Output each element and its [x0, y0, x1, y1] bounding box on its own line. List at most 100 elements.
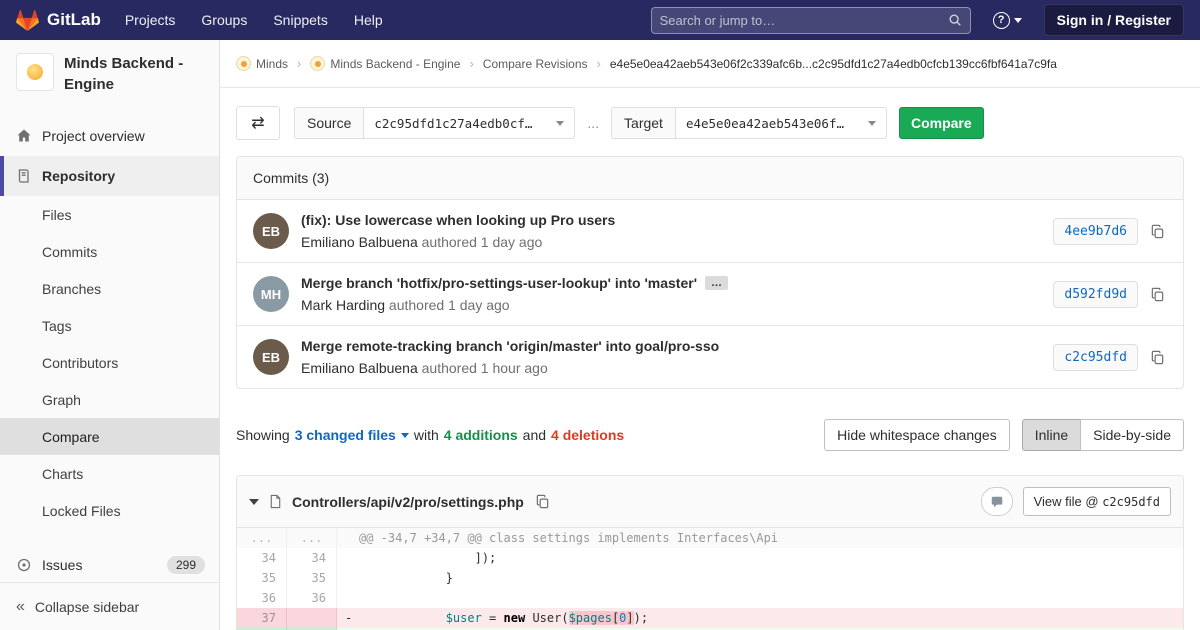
sidebar-item-issues[interactable]: Issues 299 [0, 545, 219, 585]
commit-sha[interactable]: c2c95dfd [1053, 343, 1138, 371]
commit-author-avatar[interactable]: EB [253, 213, 289, 249]
copy-sha-button[interactable] [1148, 348, 1167, 367]
sidebar-item-locked-files[interactable]: Locked Files [0, 492, 219, 529]
hide-whitespace-button[interactable]: Hide whitespace changes [824, 419, 1010, 451]
project-context-header[interactable]: Minds Backend - Engine [0, 40, 219, 108]
side-by-side-view-button[interactable]: Side-by-side [1080, 419, 1184, 451]
nav-projects[interactable]: Projects [125, 12, 176, 28]
diff-header-actions: View file @ c2c95dfd [980, 487, 1171, 516]
commit-meta: Mark Harding authored 1 day ago [301, 297, 1053, 313]
commits-panel-header: Commits (3) [237, 157, 1183, 200]
code-token: User [532, 611, 562, 625]
sidebar-item-files[interactable]: Files [0, 196, 219, 233]
source-ref-dropdown[interactable]: c2c95dfd1c27a4edb0cf… [363, 107, 576, 139]
commit-title[interactable]: (fix): Use lowercase when looking up Pro… [301, 212, 615, 228]
copy-sha-button[interactable] [1148, 222, 1167, 241]
commit-author-avatar[interactable]: MH [253, 276, 289, 312]
chevron-down-icon [556, 120, 565, 126]
nav-help[interactable]: Help [354, 12, 383, 28]
breadcrumb-link[interactable]: Compare Revisions [483, 57, 588, 71]
commit-author-link[interactable]: Mark Harding [301, 297, 385, 313]
diff-file-path[interactable]: Controllers/api/v2/pro/settings.php [292, 494, 524, 510]
old-line-number[interactable]: 36 [237, 588, 287, 608]
diff-line-context: 34 34 ]); [237, 548, 1183, 568]
code-token: $user [445, 611, 482, 625]
sidebar-item-graph[interactable]: Graph [0, 381, 219, 418]
sidebar-item-project-overview[interactable]: Project overview [0, 116, 219, 156]
new-line-number[interactable]: 34 [287, 548, 337, 568]
main-content: Minds › Minds Backend - Engine › Compare Rev… [220, 40, 1200, 630]
sign-in-register-button[interactable]: Sign in / Register [1043, 4, 1184, 36]
code-token: ]); [359, 551, 497, 565]
commit-title-line: (fix): Use lowercase when looking up Pro… [301, 212, 1053, 230]
commit-title[interactable]: Merge branch 'hotfix/pro-settings-user-l… [301, 275, 697, 291]
showing-label: Showing [236, 427, 290, 443]
copy-sha-button[interactable] [1148, 285, 1167, 304]
repository-icon [18, 169, 29, 183]
copy-icon [1151, 350, 1164, 364]
diff-line-context: 35 35 } [237, 568, 1183, 588]
copy-file-path-button[interactable] [533, 492, 552, 511]
double-chevron-left-icon: « [16, 597, 25, 615]
commit-title[interactable]: Merge remote-tracking branch 'origin/mas… [301, 338, 719, 354]
view-file-button[interactable]: View file @ c2c95dfd [1022, 487, 1171, 516]
target-label: Target [611, 107, 675, 139]
commit-author-link[interactable]: Emiliano Balbuena [301, 234, 418, 250]
commit-author-avatar[interactable]: EB [253, 339, 289, 375]
compare-button[interactable]: Compare [898, 107, 984, 139]
diff-marker [345, 528, 359, 548]
search-input[interactable] [659, 12, 948, 28]
swap-revisions-button[interactable]: ⇄ [236, 106, 280, 140]
source-ref-value: c2c95dfd1c27a4edb0cf… [374, 115, 533, 131]
commit-sha[interactable]: d592fd9d [1053, 280, 1138, 308]
sidebar-item-branches[interactable]: Branches [0, 270, 219, 307]
sidebar-item-commits[interactable]: Commits [0, 233, 219, 270]
help-icon: ? [992, 11, 1010, 29]
commit-actions: d592fd9d [1053, 280, 1167, 308]
collapse-diff-icon[interactable] [249, 498, 259, 505]
new-line-number[interactable] [287, 608, 337, 628]
target-ref-dropdown[interactable]: e4e5e0ea42aeb543e06f… [674, 107, 887, 139]
sidebar-item-label: Project overview [42, 128, 145, 144]
old-line-number[interactable]: 34 [237, 548, 287, 568]
collapse-sidebar-button[interactable]: « Collapse sidebar [0, 582, 219, 630]
sidebar-item-charts[interactable]: Charts [0, 455, 219, 492]
toggle-comments-button[interactable] [980, 487, 1013, 516]
issues-count-badge: 299 [166, 556, 205, 574]
code-token: ] [626, 611, 634, 625]
inline-view-button[interactable]: Inline [1021, 419, 1082, 451]
breadcrumb-link[interactable]: Minds Backend - Engine [330, 57, 460, 71]
new-line-number[interactable]: 35 [287, 568, 337, 588]
help-menu[interactable]: ? [992, 11, 1022, 29]
nav-snippets[interactable]: Snippets [273, 12, 327, 28]
commit-author-link[interactable]: Emiliano Balbuena [301, 360, 418, 376]
nav-groups[interactable]: Groups [201, 12, 247, 28]
diff-mode-toggle: Inline Side-by-side [1021, 419, 1184, 451]
sidebar-item-contributors[interactable]: Contributors [0, 344, 219, 381]
commit-list: EB (fix): Use lowercase when looking up P… [237, 200, 1183, 388]
sidebar-item-repository[interactable]: Repository [0, 156, 219, 196]
global-search[interactable] [650, 6, 971, 34]
new-line-number[interactable]: 36 [287, 588, 337, 608]
old-line-number[interactable]: 37 [237, 608, 287, 628]
code-token: } [359, 571, 453, 585]
diff-line-context: 36 36 [237, 588, 1183, 608]
code-token: $pages [568, 611, 612, 625]
expand-commit-message-button[interactable]: … [705, 276, 729, 290]
sidebar-item-compare[interactable]: Compare [0, 418, 219, 455]
commit-info: Merge branch 'hotfix/pro-settings-user-l… [301, 275, 1053, 313]
commit-sha[interactable]: 4ee9b7d6 [1053, 217, 1138, 245]
commit-info: (fix): Use lowercase when looking up Pro… [301, 212, 1053, 250]
sidebar-nav: Project overview Repository Files Commits… [0, 116, 219, 585]
sidebar: Minds Backend - Engine Project overview … [0, 40, 220, 630]
sidebar-item-tags[interactable]: Tags [0, 307, 219, 344]
changed-files-dropdown[interactable]: 3 changed files [295, 427, 409, 443]
breadcrumb-separator: › [469, 56, 474, 71]
diff-line-hunk: ...... @@ -34,7 +34,7 @@ class settings … [237, 528, 1183, 548]
code-token: @@ -34,7 +34,7 @@ class settings impleme… [359, 531, 779, 545]
gitlab-logo[interactable]: GitLab [16, 9, 101, 32]
chevron-down-icon [867, 120, 876, 126]
old-line-number[interactable]: 35 [237, 568, 287, 588]
code-line [337, 588, 1183, 608]
breadcrumb-link[interactable]: Minds [256, 57, 288, 71]
